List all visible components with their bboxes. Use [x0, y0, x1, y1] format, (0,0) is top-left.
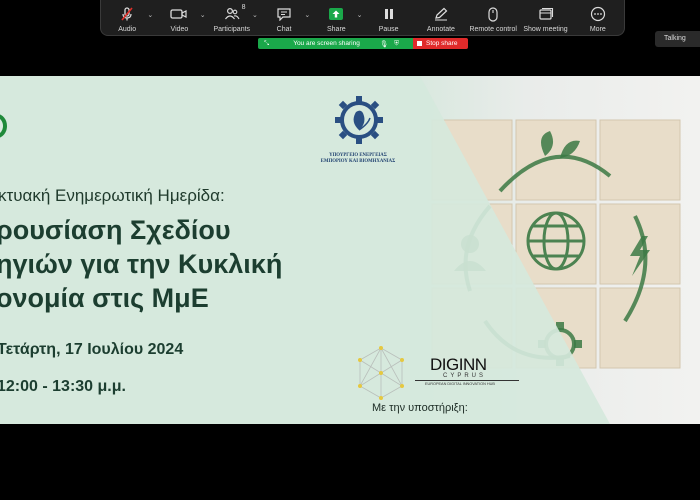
event-date: Τετάρτη, 17 Ιουλίου 2024	[0, 341, 184, 358]
mouse-icon	[487, 5, 499, 23]
green-emblem-logo	[0, 112, 8, 140]
drag-handle-icon[interactable]: ⤡	[264, 40, 269, 48]
annotate-label: Annotate	[426, 26, 455, 33]
show-meeting-label: Show meeting	[523, 26, 568, 33]
more-icon	[590, 5, 606, 23]
network-polygon-logo	[356, 345, 406, 401]
stop-share-button[interactable]: Stop share	[413, 38, 468, 49]
stop-square-icon	[417, 41, 422, 46]
show-meeting-button[interactable]: Show meeting	[519, 5, 571, 33]
video-label: Video	[170, 26, 189, 33]
audio-button[interactable]: ⌄ Audio	[101, 5, 153, 33]
video-camera-icon	[170, 5, 188, 23]
share-arrow-icon	[328, 5, 344, 23]
microphone-muted-icon	[119, 5, 135, 23]
pause-icon	[383, 5, 395, 23]
event-subtitle: κτυακή Ενημερωτική Ημερίδα:	[0, 186, 225, 205]
title-line-3: ονομία στις ΜμΕ	[0, 283, 209, 313]
diginn-tagline: EUROPEAN DIGITAL INNOVATION HUB	[425, 382, 495, 386]
more-label: More	[589, 26, 606, 33]
share-button[interactable]: ⌄ Share	[310, 5, 362, 33]
stop-share-label: Stop share	[426, 40, 458, 47]
video-button[interactable]: ⌄ Video	[153, 5, 206, 33]
microphone-icon[interactable]: 🎙	[380, 40, 388, 48]
annotate-button[interactable]: Annotate	[415, 5, 467, 33]
share-label: Share	[326, 26, 346, 33]
shield-icon[interactable]: ⛨	[394, 40, 399, 48]
ministry-gear-leaf-logo	[326, 94, 392, 146]
sharing-status-text: You are screen sharing	[293, 40, 360, 47]
pause-button[interactable]: Pause	[362, 5, 414, 33]
screen-sharing-bar: ⤡ You are screen sharing 🎙 ⛨ Stop share	[258, 38, 468, 49]
talking-label: Talking	[664, 35, 686, 42]
shared-screen-slide: ΥΠΟΥΡΓΕΙΟ ΕΝΕΡΓΕΙΑΣ ΕΜΠΟΡΙΟΥ ΚΑΙ ΒΙΟΜΗΧΑ…	[0, 76, 700, 424]
sharing-status-pill[interactable]: ⤡ You are screen sharing 🎙 ⛨	[258, 38, 413, 49]
participants-icon	[224, 5, 240, 23]
meeting-toolbar: ⌄ Audio ⌄ Video 8 ⌄ Participants ⌄ Chat …	[100, 0, 625, 36]
event-time: 12:00 - 13:30 μ.μ.	[0, 378, 126, 395]
title-line-2: ηγιών για την Κυκλική	[0, 249, 283, 279]
chat-label: Chat	[276, 26, 292, 33]
ministry-line-2: ΕΜΠΟΡΙΟΥ ΚΑΙ ΒΙΟΜΗΧΑΝΙΑΣ	[320, 158, 396, 164]
participants-label: Participants	[213, 26, 251, 33]
diginn-cyprus-logo: DIGINN CYPRUS EUROPEAN DIGITAL INNOVATIO…	[415, 355, 520, 395]
participants-count: 8	[241, 4, 246, 11]
support-label: Με την υποστήριξη:	[372, 402, 468, 414]
show-meeting-icon	[538, 5, 554, 23]
audio-label: Audio	[118, 26, 137, 33]
more-button[interactable]: More	[572, 5, 624, 33]
remote-control-button[interactable]: Remote control	[467, 5, 519, 33]
remote-control-label: Remote control	[469, 26, 517, 33]
chat-icon	[276, 5, 292, 23]
title-line-1: ρουσίαση Σχεδίου	[0, 215, 231, 245]
annotate-pencil-icon	[433, 5, 449, 23]
ministry-name: ΥΠΟΥΡΓΕΙΟ ΕΝΕΡΓΕΙΑΣ ΕΜΠΟΡΙΟΥ ΚΑΙ ΒΙΟΜΗΧΑ…	[310, 153, 406, 165]
chat-button[interactable]: ⌄ Chat	[258, 5, 310, 33]
talking-indicator: Talking	[655, 31, 700, 47]
diginn-wordmark: DIGINN	[430, 355, 487, 374]
participants-button[interactable]: 8 ⌄ Participants	[206, 4, 257, 33]
pause-label: Pause	[378, 26, 399, 33]
